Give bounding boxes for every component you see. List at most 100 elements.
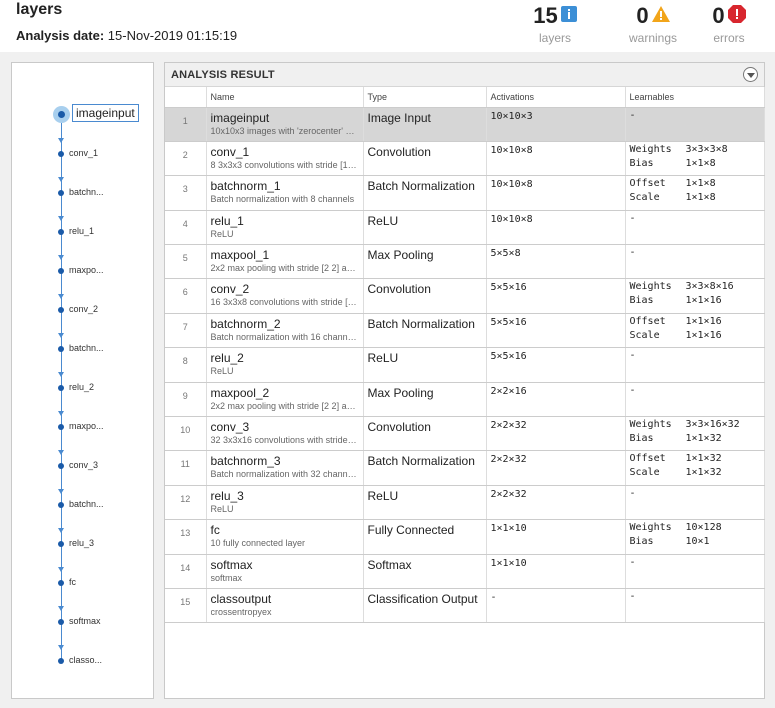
learnables-cell: Weights 3×3×3×8 Bias 1×1×8 (625, 141, 765, 177)
name-cell: maxpool_2 2x2 max pooling with stride [2 … (206, 382, 364, 418)
name-cell: classoutput crossentropyex (206, 588, 364, 624)
graph-node[interactable]: maxpo... (12, 419, 152, 455)
activations-value: 2×2×32 (490, 420, 527, 432)
layer-name: relu_2 (210, 351, 244, 366)
graph-node[interactable]: conv_1 (12, 146, 152, 182)
graph-node[interactable]: fc (12, 575, 152, 611)
layer-name: conv_2 (210, 282, 250, 297)
learnable-entry: Bias 1×1×8 (630, 157, 760, 171)
type-cell: ReLU (363, 347, 487, 383)
graph-node[interactable]: relu_2 (12, 380, 152, 416)
table-row[interactable]: 14 softmax softmax Softmax 1×1×10- (165, 554, 765, 589)
graph-node[interactable]: relu_3 (12, 536, 152, 572)
learnable-key: Weights (629, 143, 672, 155)
type-cell: ReLU (363, 485, 487, 521)
node-label: softmax (69, 616, 101, 626)
learnable-entry: Weights 10×128 (630, 521, 760, 535)
table-row[interactable]: 15 classoutput crossentropyex Classificatio… (165, 588, 765, 624)
learnables-cell: - (625, 210, 765, 246)
learnable-entry: Weights 3×3×3×8 (630, 143, 760, 157)
graph-node[interactable]: maxpo... (12, 263, 152, 299)
column-header-name[interactable]: Name (206, 87, 364, 108)
graph-node[interactable]: conv_2 (12, 302, 152, 338)
column-header-type[interactable]: Type (363, 87, 487, 108)
warnings-count: 0 (636, 3, 649, 28)
learnable-entry: - (630, 487, 760, 501)
graph-node[interactable]: imageinput (12, 104, 152, 143)
table-row[interactable]: 5 maxpool_1 2x2 max pooling with stride [2… (165, 244, 765, 280)
layer-type: Max Pooling (367, 248, 434, 263)
table-row[interactable]: 11 batchnorm_3 Batch normalization with 32… (165, 450, 765, 486)
activations-value: 10×10×8 (490, 144, 533, 156)
table-row[interactable]: 10 conv_3 32 3x3x16 convolutions with stri… (165, 416, 765, 452)
table-row[interactable]: 4 relu_1 ReLU ReLU 10×10×8- (165, 210, 765, 246)
arrow-down-icon (58, 489, 64, 494)
learnable-key: Offset (629, 178, 666, 190)
activations-value: 5×5×8 (490, 248, 521, 260)
row-index: 11 (165, 450, 207, 486)
table-row[interactable]: 6 conv_2 16 3x3x8 convolutions with stride… (165, 278, 765, 314)
layer-name: relu_1 (210, 213, 244, 228)
learnable-entry: Bias 1×1×32 (630, 432, 760, 446)
layer-description: 10 fully connected layer (210, 538, 306, 549)
layer-description: 10x10x3 images with 'zerocenter' normali… (210, 125, 359, 136)
learnable-entry: Weights 3×3×16×32 (630, 418, 760, 432)
layer-description: Batch normalization with 32 channels (210, 469, 359, 480)
name-cell: imageinput 10x10x3 images with 'zerocente… (206, 107, 364, 142)
learnable-key: Bias (629, 433, 654, 445)
type-cell: Batch Normalization (363, 175, 487, 211)
node-dot (58, 541, 64, 547)
table-row[interactable]: 8 relu_2 ReLU ReLU 5×5×16- (165, 347, 765, 383)
activations-value: - (490, 591, 497, 603)
name-cell: conv_1 8 3x3x3 convolutions with stride [… (206, 141, 364, 177)
type-cell: Convolution (363, 416, 487, 452)
table-row[interactable]: 2 conv_1 8 3x3x3 convolutions with stride … (165, 141, 765, 177)
layer-name: conv_1 (210, 144, 250, 159)
layers-stat: 15 layers (520, 4, 590, 45)
graph-node[interactable]: softmax (12, 614, 152, 650)
layer-description: ReLU (210, 503, 234, 514)
table-row[interactable]: 1 imageinput 10x10x3 images with 'zerocent… (165, 107, 765, 142)
node-label: maxpo... (69, 265, 104, 275)
node-label: conv_1 (69, 148, 99, 158)
collapse-chevron-icon[interactable] (743, 67, 758, 82)
name-cell: softmax softmax (206, 554, 364, 589)
graph-node[interactable]: batchn... (12, 341, 152, 377)
header: layers Analysis date: 15-Nov-2019 01:15:… (0, 0, 775, 52)
column-header-learnables[interactable]: Learnables (625, 87, 765, 108)
type-cell: Max Pooling (363, 382, 487, 418)
layer-description: 16 3x3x8 convolutions with stride [1 1] … (210, 297, 359, 308)
table-row[interactable]: 9 maxpool_2 2x2 max pooling with stride [2… (165, 382, 765, 418)
graph-node[interactable]: relu_1 (12, 224, 152, 260)
column-header-index[interactable] (165, 87, 207, 108)
table-row[interactable]: 3 batchnorm_1 Batch normalization with 8 c… (165, 175, 765, 211)
table-row[interactable]: 12 relu_3 ReLU ReLU 2×2×32- (165, 485, 765, 521)
learnable-key: Weights (629, 522, 672, 534)
arrow-down-icon (58, 606, 64, 611)
warnings-label: warnings (628, 31, 678, 45)
row-index: 6 (165, 278, 207, 314)
error-icon (727, 4, 746, 28)
layer-description: 2x2 max pooling with stride [2 2] and pa… (210, 400, 359, 411)
table-row[interactable]: 7 batchnorm_2 Batch normalization with 16 … (165, 313, 765, 349)
name-cell: relu_1 ReLU (206, 210, 364, 246)
learnable-entry: Scale 1×1×32 (630, 466, 760, 480)
row-index: 13 (165, 519, 207, 555)
graph-node[interactable]: batchn... (12, 497, 152, 533)
learnable-entry: Offset 1×1×32 (630, 452, 760, 466)
layer-name: conv_3 (210, 420, 250, 435)
learnable-entry: - (630, 384, 760, 398)
name-cell: maxpool_1 2x2 max pooling with stride [2 … (206, 244, 364, 280)
layers-label: layers (538, 31, 571, 45)
learnables-cell: - (625, 107, 765, 142)
graph-node[interactable]: classo... (12, 653, 152, 669)
table-row[interactable]: 13 fc 10 fully connected layer Fully Connec… (165, 519, 765, 555)
layer-table: Name Type Activations Learnables 1 imagei… (165, 87, 765, 624)
node-dot (58, 229, 64, 235)
graph-node[interactable]: batchn... (12, 185, 152, 221)
layer-graph[interactable]: imageinput conv_1 batchn... relu_1 maxpo... c… (11, 62, 154, 699)
graph-node[interactable]: conv_3 (12, 458, 152, 494)
column-header-activations[interactable]: Activations (486, 87, 626, 108)
activations-value: 1×1×10 (490, 557, 527, 569)
learnables-cell: Offset 1×1×8 Scale 1×1×8 (625, 175, 765, 211)
